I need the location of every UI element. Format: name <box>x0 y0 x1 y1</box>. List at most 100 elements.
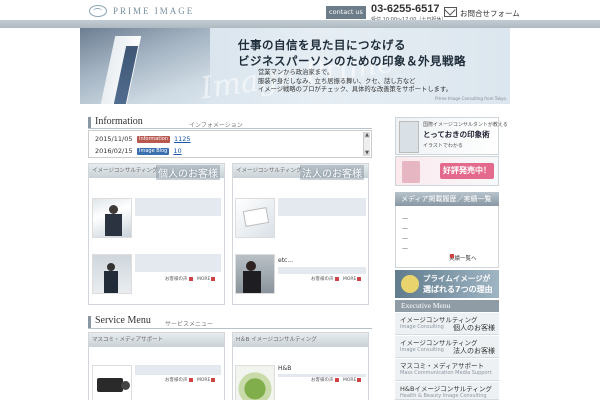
card-header: マスコミ・メディアサポート <box>89 333 224 347</box>
info-tag: Information <box>137 135 170 143</box>
card-text-block <box>135 254 221 272</box>
information-title: Information <box>95 116 143 127</box>
book-banner-top: 国際イメージコンサルタントが教える <box>423 122 508 128</box>
hero-caption: Prime Image Consulting from Tokyo <box>435 96 506 101</box>
card-subtitle: マスコミ・メディアサポート <box>92 337 164 343</box>
card-header: イメージコンサルティング 法人のお客様 <box>233 164 368 180</box>
info-link[interactable]: 10 <box>173 147 181 155</box>
exec-item-sub: Health & Beauty Image Consulting <box>400 393 487 399</box>
info-scrollbar[interactable]: ▲ ▼ <box>363 132 370 156</box>
arrow-icon <box>188 276 193 281</box>
info-date: 2016/02/15 <box>95 147 133 155</box>
seven-reasons-banner[interactable]: プライムイメージが 選ばれる7つの理由 <box>395 270 499 298</box>
book-banner[interactable]: 国際イメージコンサルタントが教える とっておきの印象術 イラストでわかる <box>395 117 508 155</box>
media-history-heading[interactable]: メディア掲載履歴／実績一覧 <box>395 192 499 206</box>
exec-item-title: H&Bイメージコンサルティング <box>400 385 492 393</box>
exec-item-sub: Image Consulting <box>400 347 444 353</box>
card-health-beauty[interactable]: H＆B イメージコンサルティング H&B お客様の声 MORE <box>232 332 369 400</box>
service-title: Service Menu <box>95 315 151 326</box>
header-divider-bar <box>0 20 600 28</box>
media-history-list: — — — — <box>395 206 499 268</box>
card-text-block <box>278 198 366 216</box>
media-list-item[interactable]: — <box>402 245 408 252</box>
arrow-icon <box>450 254 454 258</box>
book-cover-image <box>399 121 419 153</box>
service-rule <box>88 328 372 329</box>
scroll-down-icon[interactable]: ▼ <box>364 150 370 156</box>
book-sale-banner[interactable]: 好評発売中！ <box>395 156 499 186</box>
illustration-image <box>402 161 420 183</box>
arrow-icon <box>211 377 216 382</box>
arrow-icon <box>188 377 193 382</box>
exec-item-sub: Image Consulting <box>400 324 444 330</box>
card-text-block <box>278 267 366 274</box>
arrow-icon <box>211 276 216 281</box>
reasons-line-1: プライムイメージが <box>423 274 491 283</box>
hero-banner: Image Prime 仕事の自信を見た目につなげる ビジネスパーソンのための印… <box>80 28 510 106</box>
card-links: お客様の声 MORE <box>311 276 364 282</box>
media-list-item[interactable]: — <box>402 215 408 222</box>
arrow-icon <box>357 276 362 281</box>
customer-voice-link[interactable]: お客様の声 <box>311 378 334 383</box>
contact-us-button[interactable]: contact us <box>326 6 366 19</box>
info-link[interactable]: 1125 <box>174 135 191 143</box>
more-link[interactable]: MORE <box>197 378 210 383</box>
information-list: 2015/11/05 Information 1125 2016/02/15 I… <box>88 130 372 158</box>
card-title: 法人のお客様 <box>300 165 364 180</box>
arrow-icon <box>334 377 339 382</box>
info-row: 2016/02/15 Image Blog 10 <box>95 146 182 156</box>
card-media-support[interactable]: マスコミ・メディアサポート お客様の声 MORE <box>88 332 225 400</box>
customer-voice-link[interactable]: お客様の声 <box>165 378 188 383</box>
hero-suit-image <box>80 28 210 104</box>
video-camera-photo <box>92 365 132 400</box>
card-individual[interactable]: イメージコンサルティング 個人のお客様 お客様の声 MORE <box>88 163 225 305</box>
scroll-up-icon[interactable]: ▲ <box>364 132 370 138</box>
speaker-photo <box>92 254 132 294</box>
info-row: 2015/11/05 Information 1125 <box>95 134 191 144</box>
card-corporate[interactable]: イメージコンサルティング 法人のお客様 etc... お客様の声 MORE <box>232 163 369 305</box>
media-list-item[interactable]: — <box>402 225 408 232</box>
card-links: お客様の声 MORE <box>165 276 218 282</box>
seminar-photo <box>235 254 275 294</box>
media-list-item[interactable]: — <box>402 235 408 242</box>
logo-mark-icon <box>89 5 107 17</box>
card-text-block <box>135 365 221 375</box>
info-date: 2015/11/05 <box>95 135 133 143</box>
results-list-link[interactable]: 実績一覧へ <box>449 254 477 262</box>
hero-headline-2: ビジネスパーソンのための印象＆外見戦略 <box>238 54 466 68</box>
mail-icon[interactable] <box>444 7 457 17</box>
hero-headline-1: 仕事の自信を見た目につなげる <box>238 38 406 52</box>
executive-menu-heading: Executive Menu <box>395 300 499 312</box>
customer-voice-link[interactable]: お客様の声 <box>165 277 188 282</box>
book-banner-title: とっておきの印象術 <box>423 130 490 139</box>
card-links: お客様の声 MORE <box>165 377 218 383</box>
card-etc-text: etc... <box>278 257 294 264</box>
card-etc-text: H&B <box>278 365 292 372</box>
contact-form-link[interactable]: お問合せフォーム <box>460 8 520 19</box>
card-header: H＆B イメージコンサルティング <box>233 333 368 347</box>
book-banner-small: イラストでわかる <box>423 143 463 149</box>
logo[interactable]: PRIME IMAGE <box>89 5 194 17</box>
service-heading: Service Menu サービスメニュー <box>88 315 372 328</box>
card-title: 個人のお客様 <box>156 165 220 180</box>
hero-body-text: 営業マンから政治家まで。 服装や身だしなみ、立ち居振る舞い、クセ、話し方など イ… <box>258 69 452 93</box>
exec-menu-item[interactable]: H&Bイメージコンサルティング Health & Beauty Image Co… <box>395 382 499 400</box>
exec-menu-item[interactable]: イメージコンサルティング Image Consulting 法人のお客様 <box>395 336 499 358</box>
more-link[interactable]: MORE <box>343 277 356 282</box>
card-links: お客様の声 MORE <box>311 377 364 383</box>
sun-icon <box>401 275 419 293</box>
exec-menu-item[interactable]: イメージコンサルティング Image Consulting 個人のお客様 <box>395 313 499 335</box>
document-photo <box>235 198 275 238</box>
exec-menu-item[interactable]: マスコミ・メディアサポート Mass Communication Media S… <box>395 359 499 381</box>
customer-voice-link[interactable]: お客様の声 <box>311 277 334 282</box>
info-tag: Image Blog <box>137 147 170 155</box>
exec-item-sub: Mass Communication Media Support <box>400 370 492 376</box>
information-rule <box>88 128 372 129</box>
more-link[interactable]: MORE <box>197 277 210 282</box>
card-header: イメージコンサルティング 個人のお客様 <box>89 164 224 180</box>
more-link[interactable]: MORE <box>343 378 356 383</box>
arrow-icon <box>357 377 362 382</box>
arrow-icon <box>334 276 339 281</box>
exec-item-jp: 法人のお客様 <box>453 347 495 355</box>
logo-text: PRIME IMAGE <box>113 6 195 16</box>
